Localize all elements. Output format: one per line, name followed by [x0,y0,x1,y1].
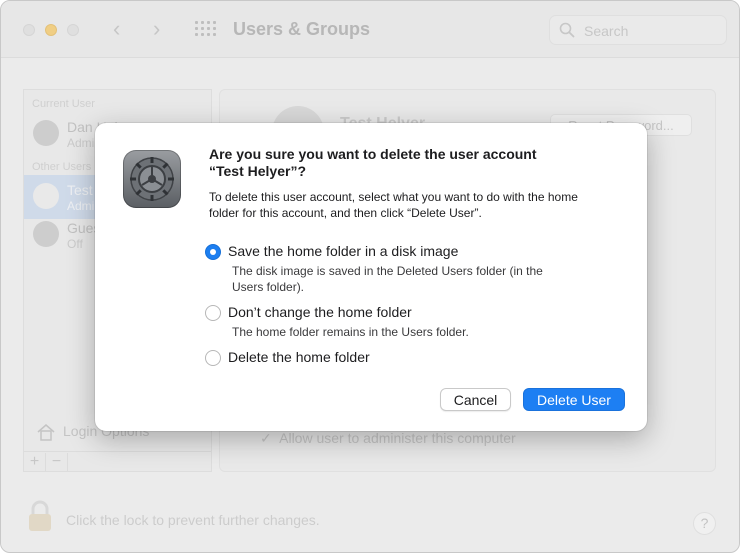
option-description: The home folder remains in the Users fol… [232,324,469,340]
radio-button[interactable] [205,350,221,366]
preferences-window: ‹ › Users & Groups Search Current User D… [0,0,740,553]
radio-button[interactable] [205,305,221,321]
option-label: Save the home folder in a disk image [228,243,459,259]
dialog-message-line: folder for this account, and then click … [209,206,482,220]
dialog-title-line: “Test Helyer”? [209,163,306,179]
dialog-message-line: To delete this user account, select what… [209,190,578,204]
option-description-line: The home folder remains in the Users fol… [232,325,469,339]
option-description-line: The disk image is saved in the Deleted U… [232,264,543,278]
option-description-line: Users folder). [232,280,305,294]
option-label: Delete the home folder [228,349,370,365]
option-description: The disk image is saved in the Deleted U… [232,263,543,295]
dialog-title: Are you sure you want to delete the user… [209,146,609,180]
dialog-message: To delete this user account, select what… [209,189,629,221]
delete-user-button[interactable]: Delete User [523,388,625,411]
cancel-button[interactable]: Cancel [440,388,511,411]
dialog-title-line: Are you sure you want to delete the user… [209,146,537,162]
radio-button-selected[interactable] [205,244,221,260]
delete-user-dialog: Are you sure you want to delete the user… [95,123,647,431]
option-label: Don’t change the home folder [228,304,412,320]
system-preferences-gear-icon [123,150,181,208]
